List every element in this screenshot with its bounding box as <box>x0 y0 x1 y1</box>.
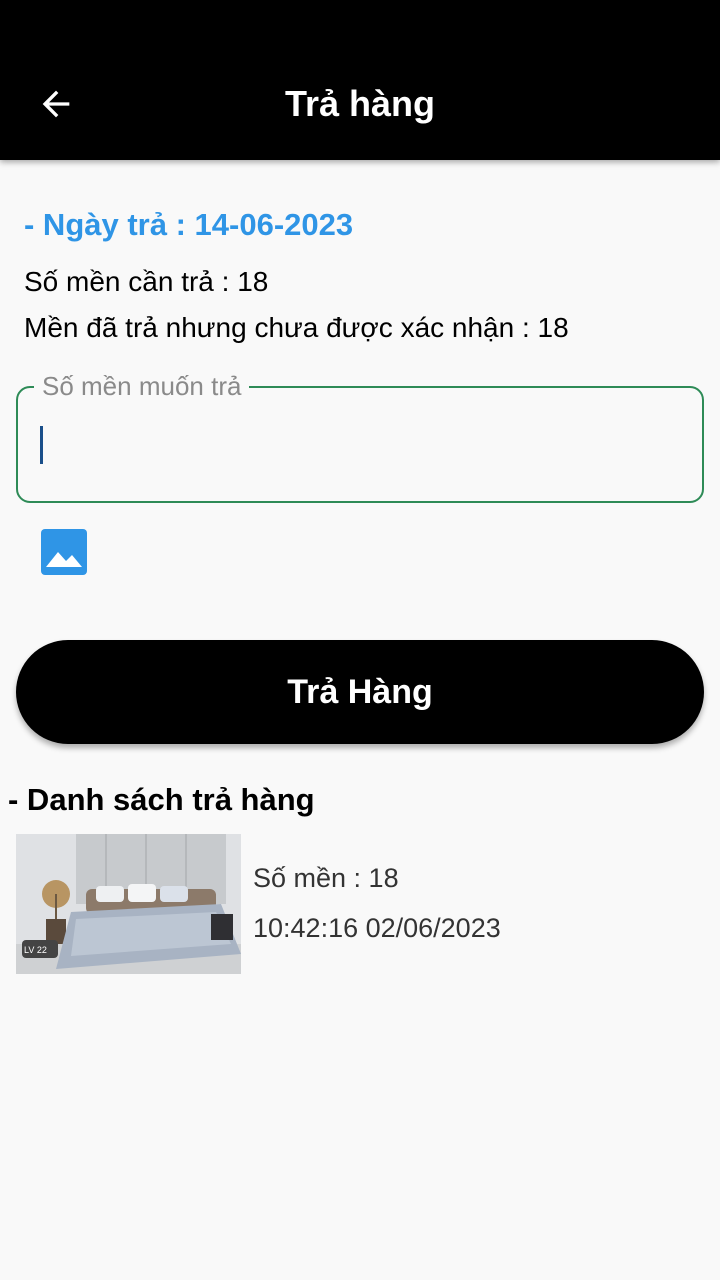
quantity-field[interactable]: Số mền muốn trả <box>16 371 704 503</box>
return-list-title: - Danh sách trả hàng <box>8 782 315 817</box>
item-quantity: Số mền : 18 <box>253 863 399 893</box>
add-image-button[interactable] <box>40 528 88 576</box>
item-timestamp: 10:42:16 02/06/2023 <box>253 913 501 943</box>
app-bar: Trả hàng <box>0 0 720 160</box>
unconfirmed-returns: Mền đã trả nhưng chưa được xác nhận : 18 <box>24 312 569 343</box>
text-cursor <box>40 426 43 464</box>
product-thumbnail: LV 22 <box>16 834 241 974</box>
quantity-field-label: Số mền muốn trả <box>34 371 250 401</box>
page-title: Trả hàng <box>284 83 436 124</box>
quantity-input[interactable] <box>36 418 680 474</box>
return-submit-button[interactable]: Trả Hàng <box>16 640 704 744</box>
quantity-to-return: Số mền cần trả : 18 <box>24 266 269 297</box>
return-date: - Ngày trả : 14-06-2023 <box>24 207 354 242</box>
list-item[interactable]: LV 22 Số mền : 18 10:42:16 02/06/2023 <box>16 834 704 974</box>
image-icon <box>41 529 87 575</box>
thumbnail-caption: LV 22 <box>24 945 47 955</box>
